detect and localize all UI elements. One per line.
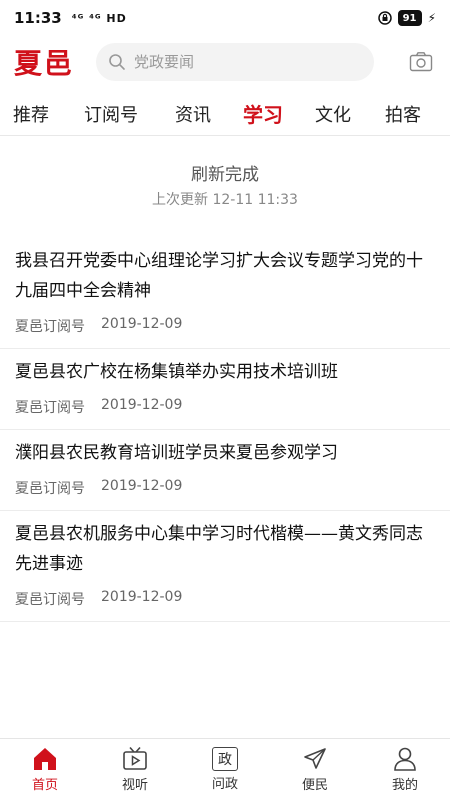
nav-video[interactable]: 视听 bbox=[90, 739, 180, 800]
news-meta: 夏邑订阅号 2019-12-09 bbox=[15, 387, 435, 429]
news-title[interactable]: 濮阳县农民教育培训班学员来夏邑参观学习 bbox=[15, 438, 435, 468]
news-item[interactable]: 我县召开党委中心组理论学习扩大会议专题学习党的十九届四中全会精神 夏邑订阅号 2… bbox=[0, 238, 450, 349]
news-item[interactable]: 夏邑县农广校在杨集镇举办实用技术培训班 夏邑订阅号 2019-12-09 bbox=[0, 349, 450, 430]
zheng-icon: 政 bbox=[212, 747, 238, 771]
user-icon bbox=[394, 747, 416, 771]
news-item[interactable]: 夏邑县农机服务中心集中学习时代楷模——黄文秀同志先进事迹 夏邑订阅号 2019-… bbox=[0, 511, 450, 622]
news-meta: 夏邑订阅号 2019-12-09 bbox=[15, 306, 435, 348]
nav-home[interactable]: 首页 bbox=[0, 739, 90, 800]
search-bar[interactable] bbox=[96, 43, 375, 81]
nav-home-label: 首页 bbox=[31, 778, 58, 793]
nav-politics[interactable]: 政 问政 bbox=[180, 739, 270, 800]
lock-icon bbox=[377, 11, 392, 25]
camera-button[interactable] bbox=[406, 47, 436, 77]
signal-icon: ⁴ᴳ ⁴ᴳ HD bbox=[71, 11, 127, 25]
nav-profile[interactable]: 我的 bbox=[360, 739, 450, 800]
nav-video-label: 视听 bbox=[121, 778, 148, 793]
bottom-navigation: 首页 视听 政 问政 便民 我的 bbox=[0, 738, 450, 800]
news-list: 我县召开党委中心组理论学习扩大会议专题学习党的十九届四中全会精神 夏邑订阅号 2… bbox=[0, 238, 450, 622]
app-logo[interactable]: 夏邑 bbox=[14, 42, 74, 82]
news-title[interactable]: 夏邑县农机服务中心集中学习时代楷模——黄文秀同志先进事迹 bbox=[15, 519, 435, 579]
tab-study[interactable]: 学习 bbox=[228, 97, 298, 128]
news-date: 2019-12-09 bbox=[101, 316, 183, 332]
news-source: 夏邑订阅号 bbox=[15, 481, 85, 497]
news-meta: 夏邑订阅号 2019-12-09 bbox=[15, 468, 435, 510]
nav-politics-label: 问政 bbox=[211, 777, 238, 792]
charging-icon: ⚡ bbox=[427, 11, 436, 25]
news-date: 2019-12-09 bbox=[101, 589, 183, 605]
tab-subscriptions[interactable]: 订阅号 bbox=[64, 99, 158, 127]
last-update-time: 上次更新 12-11 11:33 bbox=[152, 192, 298, 208]
refresh-message: 刷新完成 bbox=[191, 165, 259, 185]
status-bar: 11:33 ⁴ᴳ ⁴ᴳ HD 91 ⚡ bbox=[0, 0, 450, 36]
news-source: 夏邑订阅号 bbox=[15, 592, 85, 608]
tab-culture[interactable]: 文化 bbox=[298, 99, 368, 127]
news-source: 夏邑订阅号 bbox=[15, 400, 85, 416]
news-meta: 夏邑订阅号 2019-12-09 bbox=[15, 579, 435, 621]
nav-services-label: 便民 bbox=[301, 778, 328, 793]
news-title[interactable]: 夏邑县农广校在杨集镇举办实用技术培训班 bbox=[15, 357, 435, 387]
search-input[interactable] bbox=[134, 53, 355, 71]
home-icon bbox=[34, 748, 56, 770]
news-item[interactable]: 濮阳县农民教育培训班学员来夏邑参观学习 夏邑订阅号 2019-12-09 bbox=[0, 430, 450, 511]
tab-news[interactable]: 资讯 bbox=[158, 99, 228, 127]
nav-profile-label: 我的 bbox=[391, 778, 418, 793]
category-tabs: 推荐 订阅号 资讯 学习 文化 拍客 经济 bbox=[0, 90, 450, 136]
search-icon bbox=[109, 54, 125, 70]
camera-icon bbox=[409, 52, 433, 72]
refresh-notice: 刷新完成 上次更新 12-11 11:33 bbox=[0, 160, 450, 209]
tab-economy[interactable]: 经济 bbox=[438, 99, 450, 127]
send-icon bbox=[304, 748, 326, 769]
news-source: 夏邑订阅号 bbox=[15, 319, 85, 335]
status-time: 11:33 bbox=[14, 9, 62, 27]
nav-services[interactable]: 便民 bbox=[270, 739, 360, 800]
tab-recommend[interactable]: 推荐 bbox=[0, 99, 64, 127]
news-date: 2019-12-09 bbox=[101, 478, 183, 494]
news-date: 2019-12-09 bbox=[101, 397, 183, 413]
tv-icon bbox=[123, 746, 147, 770]
news-title[interactable]: 我县召开党委中心组理论学习扩大会议专题学习党的十九届四中全会精神 bbox=[15, 246, 435, 306]
battery-icon: 91 bbox=[397, 10, 422, 26]
tab-paike[interactable]: 拍客 bbox=[368, 99, 438, 127]
app-header: 夏邑 bbox=[0, 36, 450, 88]
